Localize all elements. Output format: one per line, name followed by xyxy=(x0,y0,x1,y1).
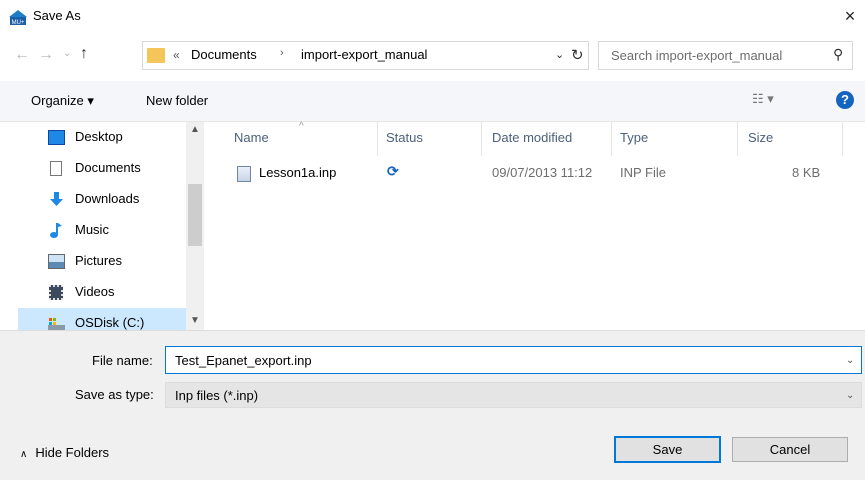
scroll-up-icon[interactable]: ▲ xyxy=(190,124,200,135)
save-as-type-select[interactable]: Inp files (*.inp) ⌄ xyxy=(165,382,862,408)
sidebar-item-label: Documents xyxy=(75,160,141,175)
downloads-icon xyxy=(50,192,63,206)
sort-ascending-icon: ^ xyxy=(299,121,304,132)
search-input[interactable]: Search import-export_manual ⚲ xyxy=(598,41,853,70)
sidebar-item-documents[interactable]: Documents xyxy=(18,153,194,183)
app-icon-text: MU+ xyxy=(12,20,25,26)
column-divider[interactable] xyxy=(377,122,378,156)
column-header-date-modified[interactable]: Date modified xyxy=(492,130,572,145)
sidebar-item-label: Videos xyxy=(75,284,115,299)
column-header-size[interactable]: Size xyxy=(748,130,773,145)
hide-folders-button[interactable]: ∧ Hide Folders xyxy=(20,445,109,460)
desktop-icon xyxy=(48,130,65,145)
file-size-cell: 8 KB xyxy=(792,165,821,180)
search-placeholder: Search import-export_manual xyxy=(611,48,783,63)
sidebar-item-videos[interactable]: Videos xyxy=(18,277,194,307)
column-header-status[interactable]: Status xyxy=(386,130,423,145)
cancel-button[interactable]: Cancel xyxy=(732,437,848,462)
address-bar[interactable]: « Documents › import-export_manual ⌄ ↻ xyxy=(142,41,589,70)
navigation-pane: Desktop Documents Downloads Music Pictur… xyxy=(0,122,205,338)
help-icon[interactable]: ? xyxy=(836,91,854,109)
videos-icon xyxy=(49,285,63,300)
close-button[interactable]: × xyxy=(838,4,862,28)
organize-button[interactable]: Organize ▾ xyxy=(31,93,94,109)
new-folder-button[interactable]: New folder xyxy=(146,93,208,108)
recent-locations-chevron-icon[interactable]: ⌄ xyxy=(63,48,71,59)
breadcrumb-documents[interactable]: Documents xyxy=(191,47,257,62)
forward-arrow-icon[interactable]: → xyxy=(38,46,54,64)
search-icon[interactable]: ⚲ xyxy=(833,46,843,63)
sidebar-item-label: Downloads xyxy=(75,191,140,206)
refresh-icon[interactable]: ↻ xyxy=(571,46,584,64)
column-header-name[interactable]: Name xyxy=(234,130,269,145)
sidebar-item-desktop[interactable]: Desktop xyxy=(18,122,194,152)
breadcrumb-overflow-icon[interactable]: « xyxy=(173,48,180,62)
back-arrow-icon[interactable]: ← xyxy=(14,46,30,64)
window-title: Save As xyxy=(33,8,81,23)
save-as-type-value: Inp files (*.inp) xyxy=(175,388,259,403)
sidebar-item-label: Music xyxy=(75,222,109,237)
save-as-type-label: Save as type: xyxy=(75,387,154,402)
app-icon: MU+ xyxy=(8,8,28,26)
file-name-input[interactable]: Test_Epanet_export.inp ⌄ xyxy=(165,346,862,374)
folder-icon xyxy=(147,48,165,63)
up-arrow-icon[interactable]: ↑ xyxy=(80,45,88,63)
sidebar-item-pictures[interactable]: Pictures xyxy=(18,246,194,276)
address-dropdown-icon[interactable]: ⌄ xyxy=(555,48,564,61)
scrollbar-thumb[interactable] xyxy=(188,184,202,246)
file-date-cell: 09/07/2013 11:12 xyxy=(492,165,593,180)
chevron-up-icon: ∧ xyxy=(20,449,28,460)
breadcrumb-separator-icon[interactable]: › xyxy=(280,47,284,59)
sidebar-scrollbar[interactable]: ▲ ▼ xyxy=(186,122,204,330)
music-icon xyxy=(50,223,62,238)
documents-icon xyxy=(50,161,62,176)
sidebar-item-music[interactable]: Music xyxy=(18,215,194,245)
file-type-cell: INP File xyxy=(620,165,666,180)
file-name-dropdown-icon[interactable]: ⌄ xyxy=(846,355,854,366)
hide-folders-label: Hide Folders xyxy=(35,445,110,460)
scroll-down-icon[interactable]: ▼ xyxy=(190,315,200,326)
column-divider[interactable] xyxy=(611,122,612,156)
column-header-type[interactable]: Type xyxy=(620,130,648,145)
breadcrumb-current-folder[interactable]: import-export_manual xyxy=(301,47,427,62)
inp-file-icon xyxy=(237,166,251,182)
column-divider[interactable] xyxy=(737,122,738,156)
save-options-pane: File name: Test_Epanet_export.inp ⌄ Save… xyxy=(0,330,865,480)
command-bar: Organize ▾ New folder ☷ ▾ ? xyxy=(0,81,865,122)
file-name-label: File name: xyxy=(92,353,153,368)
sync-icon: ⟳ xyxy=(387,163,399,179)
save-as-type-dropdown-icon[interactable]: ⌄ xyxy=(846,390,854,401)
pictures-icon xyxy=(48,254,65,269)
sidebar-item-label: OSDisk (C:) xyxy=(75,315,145,330)
sidebar-item-label: Desktop xyxy=(75,129,123,144)
column-divider[interactable] xyxy=(842,122,843,156)
file-name-value[interactable]: Test_Epanet_export.inp xyxy=(175,353,312,368)
title-bar: MU+ Save As × xyxy=(0,0,865,34)
sidebar-item-downloads[interactable]: Downloads xyxy=(18,184,194,214)
column-divider[interactable] xyxy=(481,122,482,156)
drive-icon xyxy=(48,318,65,330)
save-button[interactable]: Save xyxy=(614,436,721,463)
sidebar-item-label: Pictures xyxy=(75,253,122,268)
view-options-icon[interactable]: ☷ ▾ xyxy=(752,91,774,107)
file-name-cell[interactable]: Lesson1a.inp xyxy=(259,165,336,180)
